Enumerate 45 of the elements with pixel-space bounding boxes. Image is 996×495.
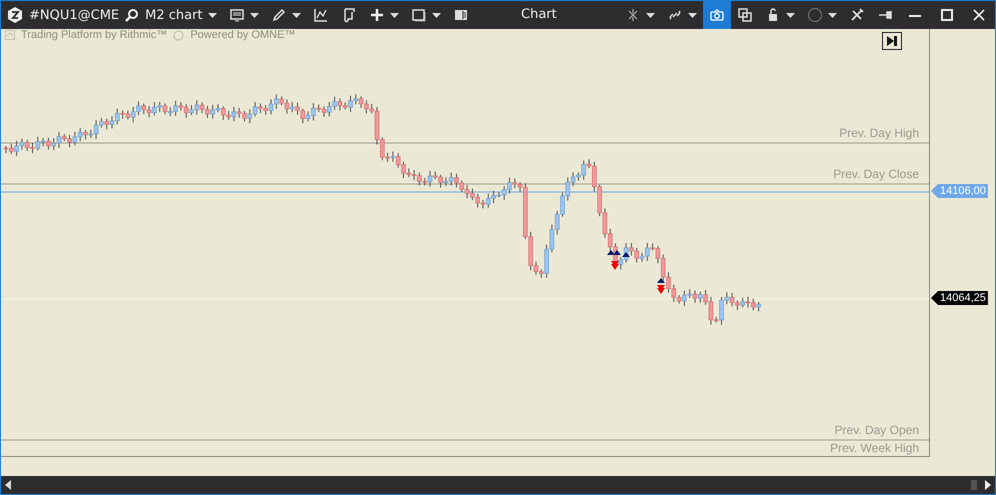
branding-text: Powered by OMNE™ (190, 29, 296, 41)
toolbar-toggle[interactable] (703, 1, 731, 29)
level-label: Prev. Day Open (834, 423, 919, 437)
caret-icon (828, 12, 837, 18)
level-label: Prev. Week High (830, 441, 919, 455)
window-title: Chart (521, 6, 557, 24)
sell-marker-icon (657, 285, 665, 294)
monitor-icon (228, 7, 245, 23)
omne-logo-icon (173, 30, 184, 40)
rithmic-logo-icon (5, 30, 15, 40)
price-label: 14064,25 (931, 291, 988, 305)
window-icon (410, 7, 427, 23)
level-label: Prev. Day High (839, 126, 919, 140)
copy-icon (737, 7, 753, 23)
caret-icon (646, 12, 655, 18)
timeframe-dropdown[interactable]: M2 chart (139, 8, 223, 22)
camera-icon (709, 7, 725, 23)
caret-icon (688, 12, 697, 18)
scroll-to-end-button[interactable] (882, 32, 902, 50)
skip-end-icon (887, 36, 897, 46)
app-logo-icon[interactable] (7, 7, 23, 23)
caret-icon (292, 12, 301, 18)
symbol-label[interactable]: #NQU1@CME (29, 8, 120, 22)
price-label: 14106,00 (931, 184, 988, 198)
columns-icon (452, 7, 469, 23)
line-chart-icon (312, 7, 329, 23)
scroll-right-icon[interactable] (985, 480, 991, 490)
buy-marker-icon (657, 278, 665, 283)
caret-icon (390, 12, 399, 18)
circle-icon (807, 7, 823, 23)
level-label: Prev. Day Close (833, 167, 919, 181)
branding-text: Trading Platform by Rithmic™ (21, 29, 168, 41)
sell-marker-icon (611, 261, 619, 270)
search-icon[interactable] (125, 8, 140, 22)
caret-icon (432, 12, 441, 18)
tools-icon (849, 7, 865, 23)
scroll-left-icon[interactable] (5, 480, 11, 490)
caret-icon (786, 12, 795, 18)
maximize-icon[interactable] (941, 9, 953, 21)
pencil-icon (270, 7, 287, 23)
plus-icon (368, 7, 385, 23)
scrollbar-thumb[interactable] (971, 480, 977, 490)
caret-icon[interactable] (208, 12, 217, 18)
caret-icon (250, 12, 259, 18)
close-icon[interactable] (973, 9, 985, 21)
